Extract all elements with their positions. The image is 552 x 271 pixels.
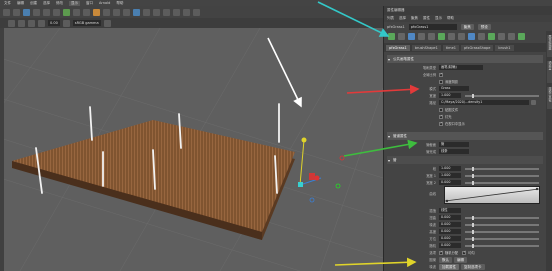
green-arrow bbox=[343, 139, 418, 157]
yellow-arrow bbox=[334, 257, 417, 268]
annotation-arrows bbox=[267, 1, 420, 268]
red-arrow bbox=[346, 84, 420, 95]
cyan-arrow bbox=[317, 1, 390, 37]
white-arrow bbox=[267, 37, 302, 108]
